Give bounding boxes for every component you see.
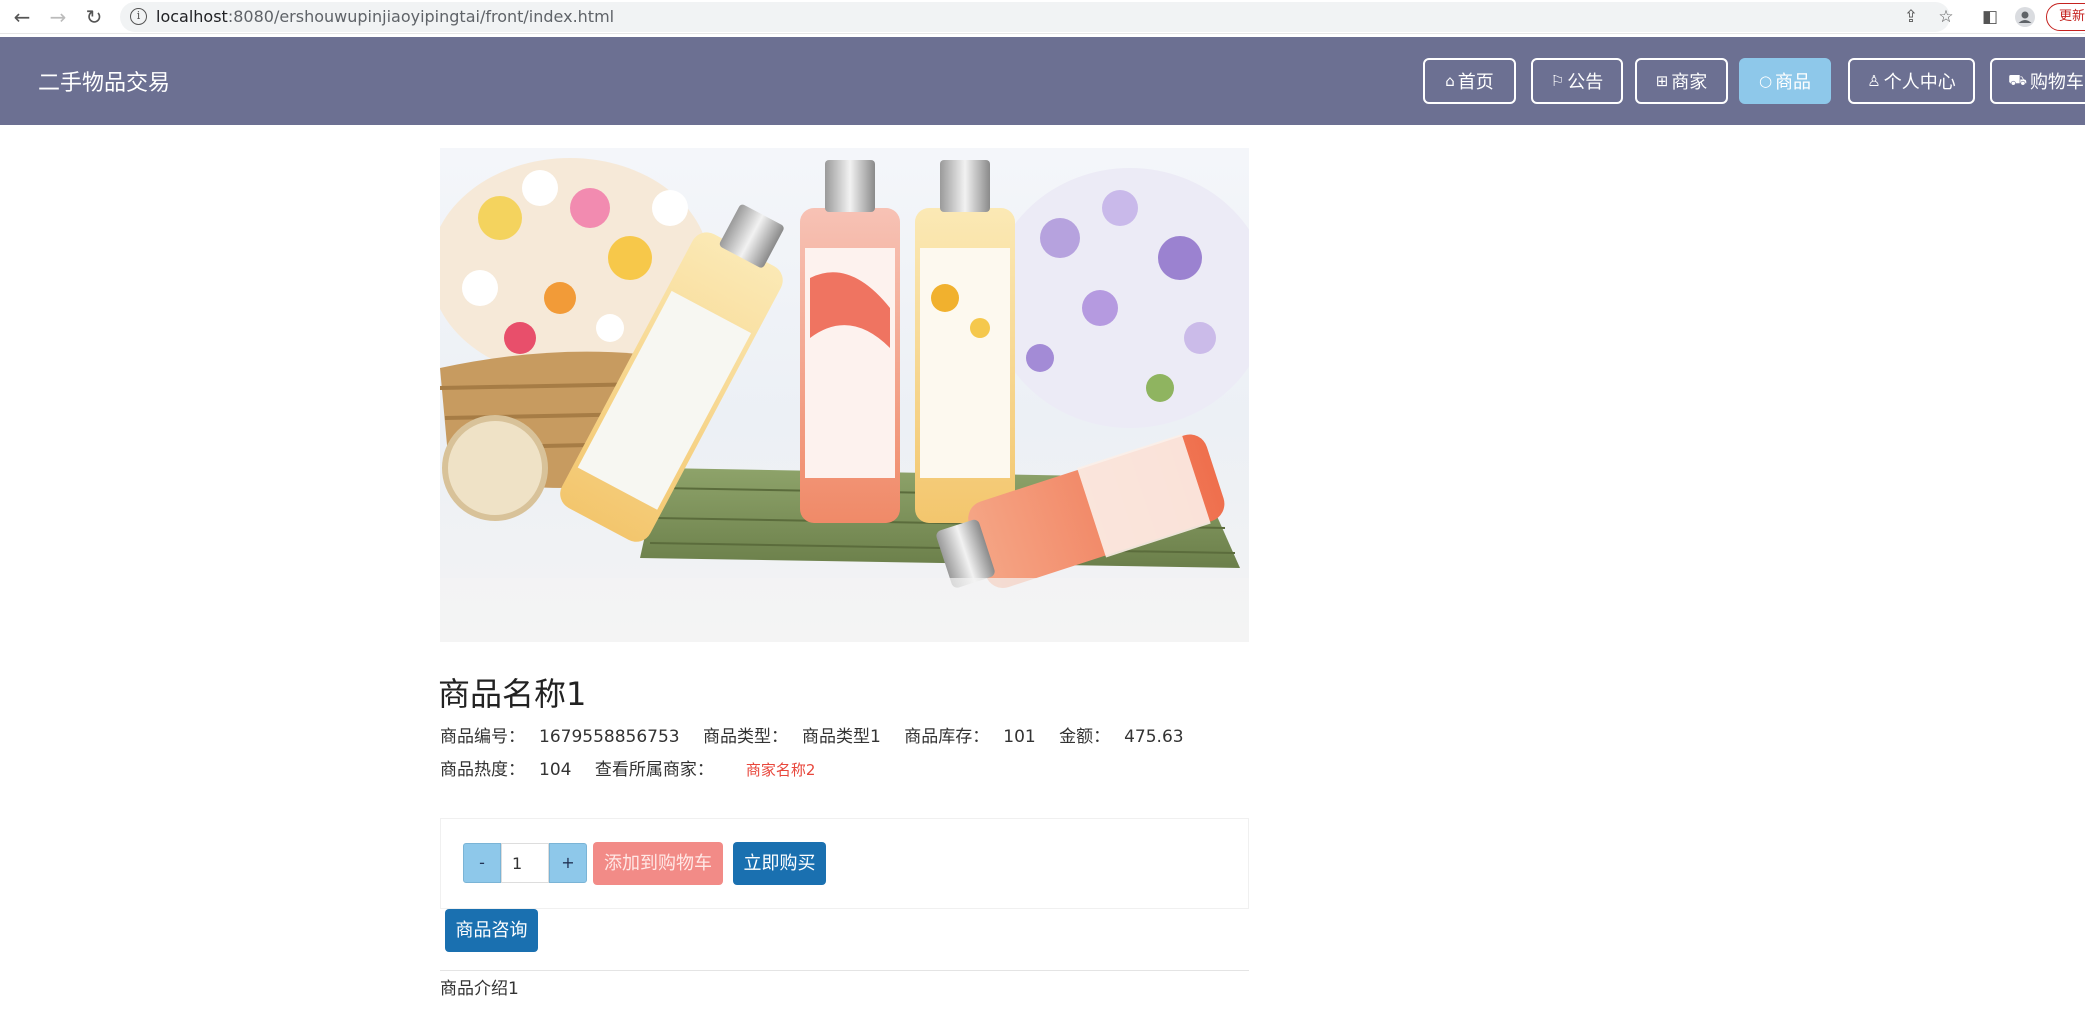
nav-profile-button[interactable]: ♙ 个人中心 — [1848, 58, 1975, 104]
add-to-cart-button[interactable]: 添加到购物车 — [593, 842, 723, 885]
site-info-icon[interactable]: i — [130, 8, 147, 25]
reload-icon[interactable]: ↻ — [82, 5, 106, 29]
site-title: 二手物品交易 — [38, 71, 171, 96]
nav-home-button[interactable]: ⌂ 首页 — [1423, 58, 1516, 104]
browser-toolbar: ← → ↻ i localhost:8080/ershouwupinjiaoyi… — [0, 0, 2085, 34]
site-header: 二手物品交易 ⌂ 首页 ⚐ 公告 ⊞ 商家 ○ 商品 ♙ 个人中心 ⛟ 购物车 — [0, 37, 2085, 125]
share-icon[interactable]: ⇪ — [1899, 5, 1923, 29]
purchase-panel: - + 添加到购物车 立即购买 — [440, 818, 1249, 909]
quantity-decrease-button[interactable]: - — [463, 843, 501, 883]
quantity-input[interactable] — [501, 843, 549, 883]
merchant-link[interactable]: 商家名称2 — [746, 761, 816, 779]
forward-arrow-icon[interactable]: → — [46, 5, 70, 29]
nav-cart-button[interactable]: ⛟ 购物车 — [1990, 58, 2085, 104]
product-type: 商品类型1 — [802, 727, 881, 747]
address-bar[interactable]: i localhost:8080/ershouwupinjiaoyipingta… — [120, 2, 1950, 32]
back-arrow-icon[interactable]: ← — [10, 5, 34, 29]
buy-now-button[interactable]: 立即购买 — [733, 842, 826, 885]
product-consult-button[interactable]: 商品咨询 — [445, 909, 538, 952]
side-panel-icon[interactable]: ◧ — [1978, 5, 2002, 29]
cart-icon: ⛟ — [2008, 71, 2027, 89]
nav-product-button[interactable]: ○ 商品 — [1739, 58, 1831, 104]
product-code: 1679558856753 — [539, 727, 680, 747]
home-icon: ⌂ — [1445, 72, 1455, 90]
divider — [440, 970, 1249, 971]
product-info-row-1: 商品编号： 1679558856753 商品类型： 商品类型1 商品库存： 101 金… — [440, 722, 1202, 747]
merchant-label: 查看所属商家： — [594, 760, 714, 780]
update-button[interactable]: 更新 — [2046, 3, 2085, 31]
nav-merchant-button[interactable]: ⊞ 商家 — [1635, 58, 1728, 104]
product-title: 商品名称1 — [438, 675, 587, 713]
product-type-label: 商品类型： — [703, 727, 789, 747]
product-intro: 商品介绍1 — [440, 979, 519, 999]
circle-icon: ○ — [1758, 72, 1773, 90]
product-image — [440, 148, 1249, 642]
user-icon: ♙ — [1867, 72, 1881, 90]
product-heat: 104 — [539, 760, 572, 780]
profile-icon[interactable] — [2013, 5, 2037, 29]
bookmark-star-icon[interactable]: ☆ — [1934, 5, 1958, 29]
product-price-label: 金额： — [1059, 727, 1111, 747]
product-stock-label: 商品库存： — [904, 727, 990, 747]
gift-icon: ⊞ — [1655, 72, 1669, 90]
nav-notice-button[interactable]: ⚐ 公告 — [1531, 58, 1623, 104]
url-text[interactable]: localhost:8080/ershouwupinjiaoyipingtai/… — [156, 7, 614, 26]
flag-icon: ⚐ — [1550, 72, 1565, 90]
product-code-label: 商品编号： — [440, 727, 525, 747]
product-stock: 101 — [1003, 727, 1036, 747]
product-heat-label: 商品热度： — [440, 760, 525, 780]
quantity-increase-button[interactable]: + — [549, 843, 587, 883]
product-info-row-2: 商品热度： 104 查看所属商家： 商家名称2 — [440, 755, 815, 780]
product-price: 475.63 — [1124, 727, 1184, 747]
